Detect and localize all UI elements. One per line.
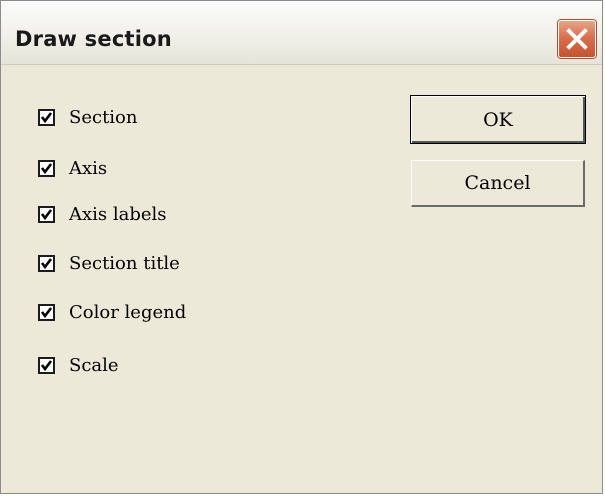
title-bar[interactable]: Draw section xyxy=(1,1,602,65)
section-checkbox[interactable] xyxy=(38,108,55,126)
close-button[interactable] xyxy=(558,20,596,58)
checkmark-icon xyxy=(40,162,53,174)
axis-checkbox-label: Axis xyxy=(69,157,108,179)
draw-section-dialog: Draw section Section Axis Axis labels Se… xyxy=(0,0,603,494)
section-title-checkbox[interactable] xyxy=(38,254,55,272)
checkbox-scale-row[interactable]: Scale xyxy=(38,352,119,378)
ok-button[interactable]: OK xyxy=(410,95,586,144)
checkbox-color-legend-row[interactable]: Color legend xyxy=(38,299,186,325)
dialog-title: Draw section xyxy=(15,27,172,51)
color-legend-checkbox-label: Color legend xyxy=(69,301,187,323)
checkbox-section-row[interactable]: Section xyxy=(38,104,137,130)
checkmark-icon xyxy=(40,208,53,220)
cancel-button[interactable]: Cancel xyxy=(411,160,585,207)
checkmark-icon xyxy=(40,306,53,318)
checkbox-section-title-row[interactable]: Section title xyxy=(38,250,180,276)
checkbox-axis-labels-row[interactable]: Axis labels xyxy=(38,201,167,227)
axis-checkbox[interactable] xyxy=(38,159,55,177)
color-legend-checkbox[interactable] xyxy=(38,303,55,321)
section-title-checkbox-label: Section title xyxy=(69,252,180,274)
checkbox-axis-row[interactable]: Axis xyxy=(38,155,107,181)
checkmark-icon xyxy=(40,257,53,269)
scale-checkbox[interactable] xyxy=(38,356,55,374)
checkmark-icon xyxy=(40,111,53,123)
scale-checkbox-label: Scale xyxy=(69,354,119,376)
checkmark-icon xyxy=(40,359,53,371)
axis-labels-checkbox[interactable] xyxy=(38,205,55,223)
section-checkbox-label: Section xyxy=(69,106,138,128)
close-icon xyxy=(566,28,588,50)
axis-labels-checkbox-label: Axis labels xyxy=(69,203,167,225)
